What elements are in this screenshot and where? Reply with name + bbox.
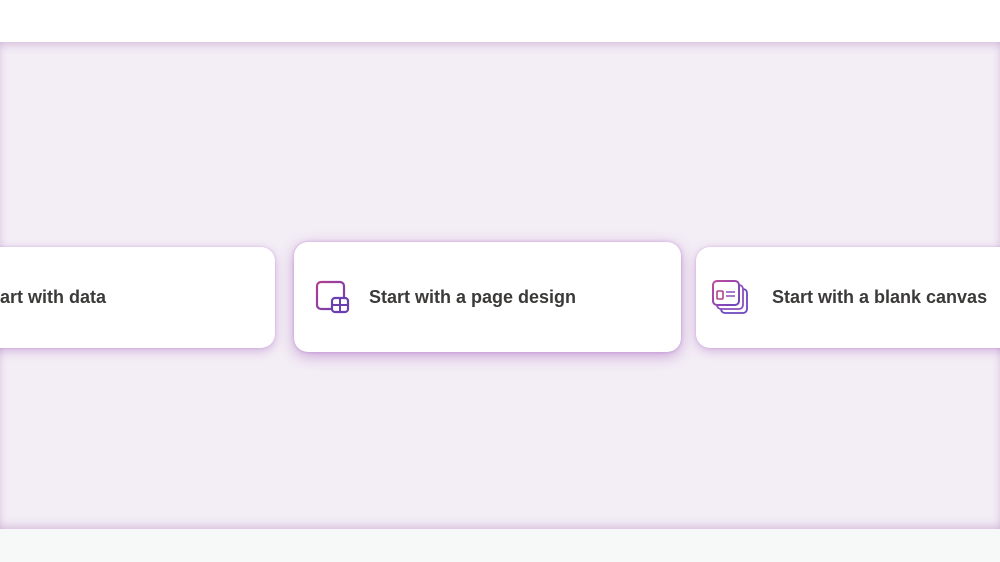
start-with-page-design-card[interactable]: Start with a page design (294, 242, 681, 352)
start-with-data-card[interactable]: art with data (0, 247, 275, 348)
start-with-data-label: art with data (0, 287, 107, 307)
page-design-icon (313, 277, 353, 317)
top-bar (0, 0, 1000, 42)
start-with-blank-canvas-card[interactable]: Start with a blank canvas (696, 247, 1000, 348)
bottom-strip (0, 529, 1000, 562)
start-with-blank-canvas-label: Start with a blank canvas (772, 287, 988, 307)
start-with-page-design-label: Start with a page design (369, 286, 577, 307)
blank-canvas-icon (710, 278, 750, 318)
